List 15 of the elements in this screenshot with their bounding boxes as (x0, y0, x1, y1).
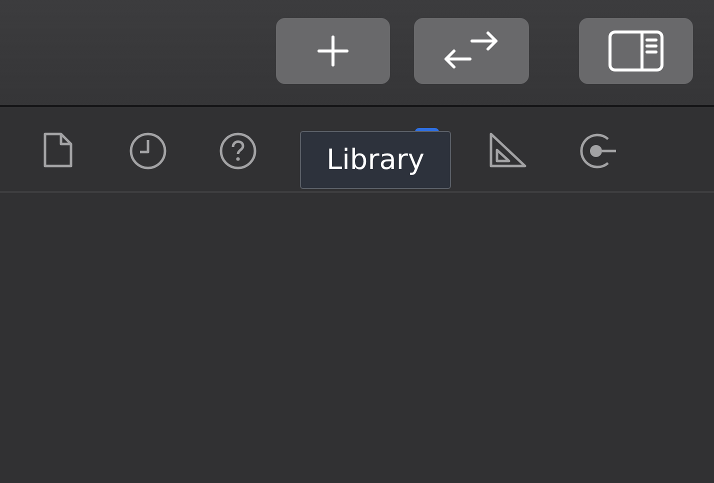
inspector-tab[interactable] (42, 131, 74, 169)
swap-button[interactable] (414, 18, 529, 84)
inspector-tab[interactable] (488, 131, 528, 169)
tooltip: Library (300, 131, 451, 189)
file-icon (42, 131, 74, 169)
sidebar-icon (608, 30, 664, 72)
inspector-tab[interactable] (577, 131, 619, 171)
sidebar-button[interactable] (578, 18, 693, 84)
plus-icon (315, 33, 352, 69)
inspector-tab[interactable] (218, 131, 258, 171)
help-icon (218, 131, 258, 171)
inspector-tab[interactable] (128, 131, 168, 171)
connection-icon (577, 131, 619, 171)
add-button[interactable] (276, 18, 390, 84)
clock-icon (128, 131, 168, 171)
